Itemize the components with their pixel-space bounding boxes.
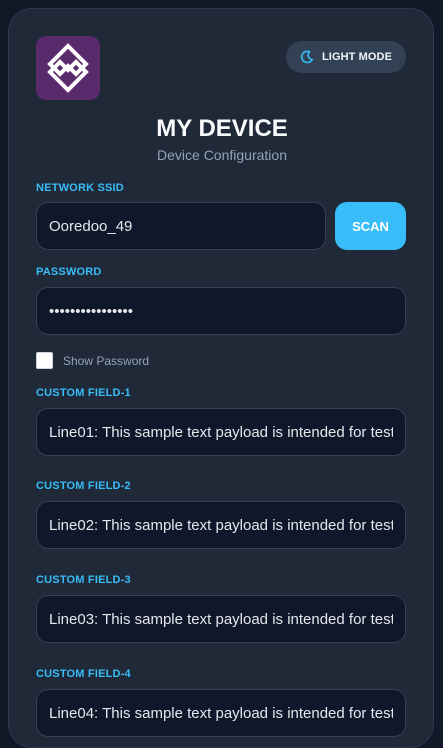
show-password-label: Show Password	[63, 353, 150, 368]
custom-field-1-input[interactable]	[36, 408, 406, 456]
custom-field-4-input[interactable]	[36, 689, 406, 737]
show-password-checkbox[interactable]	[36, 352, 53, 369]
network-ssid-input[interactable]	[36, 202, 326, 250]
custom-field-4-label: CUSTOM FIELD-4	[36, 668, 131, 680]
config-card: LIGHT MODE MY DEVICE Device Configuratio…	[8, 8, 434, 748]
password-input[interactable]	[36, 287, 406, 335]
custom-field-2-input[interactable]	[36, 501, 406, 549]
network-ssid-label: NETWORK SSID	[36, 182, 124, 194]
custom-field-1-label: CUSTOM FIELD-1	[36, 387, 131, 399]
custom-field-3-label: CUSTOM FIELD-3	[36, 574, 131, 586]
page-subtitle: Device Configuration	[157, 147, 287, 163]
page-title: MY DEVICE	[156, 115, 288, 142]
show-password-row[interactable]: Show Password	[36, 352, 149, 369]
light-mode-button[interactable]: LIGHT MODE	[286, 41, 406, 73]
moon-icon	[300, 50, 314, 64]
custom-field-2-label: CUSTOM FIELD-2	[36, 480, 131, 492]
light-mode-label: LIGHT MODE	[321, 51, 393, 63]
scan-button[interactable]: SCAN	[335, 202, 406, 250]
device-logo-icon	[36, 36, 100, 100]
custom-field-3-input[interactable]	[36, 595, 406, 643]
password-label: PASSWORD	[36, 266, 102, 278]
